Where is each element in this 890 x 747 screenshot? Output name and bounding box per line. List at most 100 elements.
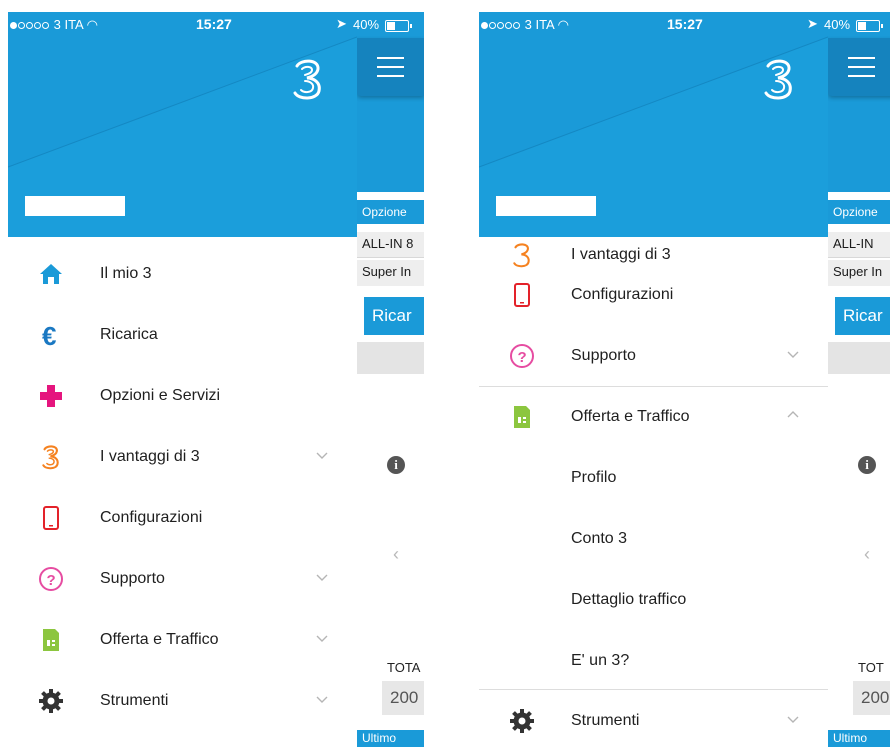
hamburger-menu-button[interactable] bbox=[357, 38, 424, 96]
menu-item-label: Configurazioni bbox=[571, 286, 674, 303]
menu-item-il-mio-3[interactable]: Il mio 3 bbox=[8, 243, 357, 304]
gear-icon bbox=[39, 689, 63, 713]
total-value: 200 bbox=[853, 681, 890, 715]
side-menu-drawer: Il mio 3 € Ricarica Opzioni e Servizi I … bbox=[8, 12, 357, 747]
opzione-header: Opzione bbox=[357, 200, 424, 224]
menu-item-strumenti[interactable]: Strumenti bbox=[479, 690, 828, 747]
ultimo-bar: Ultimo bbox=[357, 730, 424, 747]
menu-item-label: Opzioni e Servizi bbox=[100, 387, 221, 404]
menu-header-banner bbox=[8, 12, 357, 237]
ricarica-button[interactable]: Ricar bbox=[835, 297, 890, 335]
chevron-down-icon[interactable] bbox=[315, 631, 329, 645]
submenu-item-conto-3[interactable]: Conto 3 bbox=[571, 508, 627, 569]
menu-item-label: I vantaggi di 3 bbox=[100, 448, 200, 465]
menu-item-label: Supporto bbox=[571, 347, 636, 364]
battery-icon bbox=[855, 19, 883, 32]
question-icon: ? bbox=[510, 344, 534, 368]
menu-item-offerta-e-traffico[interactable]: Offerta e Traffico bbox=[8, 609, 357, 670]
location-arrow-icon: ➤ bbox=[807, 16, 818, 31]
menu-item-configurazioni[interactable]: Configurazioni bbox=[8, 487, 357, 548]
chevron-left-icon[interactable]: ‹ bbox=[393, 544, 399, 565]
totale-label: TOT bbox=[858, 660, 884, 675]
opzione-header: Opzione bbox=[828, 200, 890, 224]
phone-screen-left: 3 ITA ◠ 15:27 ➤ 40% Opzione ALL-IN 8 Sup… bbox=[8, 12, 424, 747]
menu-item-ricarica[interactable]: € Ricarica bbox=[8, 304, 357, 365]
sim-card-icon bbox=[514, 406, 530, 428]
hamburger-menu-button[interactable] bbox=[828, 38, 890, 96]
location-arrow-icon: ➤ bbox=[336, 16, 347, 31]
hamburger-line bbox=[848, 66, 875, 68]
signal-dots-icon bbox=[10, 17, 50, 32]
chevron-down-icon[interactable] bbox=[786, 347, 800, 361]
three-logo-icon bbox=[42, 445, 59, 470]
phone-screen-right: 3 ITA ◠ 15:27 ➤ 40% Opzione ALL-IN Super… bbox=[479, 12, 890, 747]
ricarica-button[interactable]: Ricar bbox=[364, 297, 424, 335]
background-app: Opzione ALL-IN 8 Super In Ricar i ‹ TOTA… bbox=[357, 12, 424, 747]
signal-dots-icon bbox=[481, 17, 521, 32]
grey-bar bbox=[357, 342, 424, 374]
info-icon[interactable]: i bbox=[858, 456, 876, 474]
menu-item-label: Strumenti bbox=[571, 712, 640, 729]
submenu-item-profilo[interactable]: Profilo bbox=[571, 447, 616, 508]
side-menu-drawer: I vantaggi di 3 Configurazioni ? Support… bbox=[479, 12, 828, 747]
battery-status: 40% bbox=[353, 17, 412, 32]
three-logo-icon bbox=[293, 59, 321, 100]
battery-icon bbox=[384, 19, 412, 32]
user-name-box bbox=[496, 196, 596, 216]
euro-icon: € bbox=[42, 322, 56, 348]
menu-item-label: Offerta e Traffico bbox=[100, 631, 219, 648]
chevron-up-icon[interactable] bbox=[786, 408, 800, 422]
grey-bar bbox=[828, 342, 890, 374]
menu-header-banner bbox=[479, 12, 828, 237]
battery-percent: 40% bbox=[824, 17, 851, 32]
submenu-item-e-un-3[interactable]: E' un 3? bbox=[571, 630, 629, 691]
menu-item-strumenti[interactable]: Strumenti bbox=[8, 670, 357, 731]
chevron-left-icon[interactable]: ‹ bbox=[864, 544, 870, 565]
chevron-down-icon[interactable] bbox=[786, 712, 800, 726]
menu-item-offerta-e-traffico[interactable]: Offerta e Traffico bbox=[479, 386, 828, 447]
status-time: 15:27 bbox=[667, 16, 703, 32]
menu-item-supporto[interactable]: ? Supporto bbox=[479, 325, 828, 386]
hamburger-line bbox=[848, 75, 875, 77]
carrier-signal: 3 ITA ◠ bbox=[481, 17, 569, 33]
carrier-name: 3 ITA bbox=[524, 17, 555, 32]
menu-item-configurazioni[interactable]: Configurazioni bbox=[479, 264, 828, 325]
status-bar: 3 ITA ◠ 15:27 ➤ 40% bbox=[8, 12, 424, 38]
svg-text:?: ? bbox=[518, 349, 527, 366]
battery-status: 40% bbox=[824, 17, 883, 32]
chevron-down-icon[interactable] bbox=[315, 448, 329, 462]
menu-item-i-vantaggi-di-3[interactable]: I vantaggi di 3 bbox=[8, 426, 357, 487]
info-icon[interactable]: i bbox=[387, 456, 405, 474]
chevron-down-icon[interactable] bbox=[315, 692, 329, 706]
menu-item-label: Ricarica bbox=[100, 326, 158, 343]
menu-item-opzioni-e-servizi[interactable]: Opzioni e Servizi bbox=[8, 365, 357, 426]
gear-icon bbox=[510, 709, 534, 733]
submenu-item-dettaglio-traffico[interactable]: Dettaglio traffico bbox=[571, 569, 686, 630]
hamburger-line bbox=[377, 57, 404, 59]
plan-row-superin[interactable]: Super In bbox=[357, 260, 424, 286]
home-icon bbox=[40, 264, 62, 284]
carrier-name: 3 ITA bbox=[53, 17, 84, 32]
menu-item-label: Configurazioni bbox=[100, 509, 203, 526]
carrier-signal: 3 ITA ◠ bbox=[10, 17, 98, 33]
menu-item-label: Strumenti bbox=[100, 692, 169, 709]
hamburger-line bbox=[377, 75, 404, 77]
plan-row-allin[interactable]: ALL-IN 8 bbox=[357, 232, 424, 258]
battery-percent: 40% bbox=[353, 17, 380, 32]
wifi-icon: ◠ bbox=[86, 17, 98, 32]
chevron-down-icon[interactable] bbox=[315, 570, 329, 584]
svg-text:€: € bbox=[42, 322, 56, 348]
plan-row-superin[interactable]: Super In bbox=[828, 260, 890, 286]
hamburger-line bbox=[848, 57, 875, 59]
plus-icon bbox=[40, 385, 62, 407]
total-value: 200 bbox=[382, 681, 424, 715]
menu-item-supporto[interactable]: ? Supporto bbox=[8, 548, 357, 609]
ultimo-bar: Ultimo bbox=[828, 730, 890, 747]
totale-label: TOTA bbox=[387, 660, 421, 675]
background-app: Opzione ALL-IN Super In Ricar i ‹ TOT 20… bbox=[828, 12, 890, 747]
smartphone-icon bbox=[43, 506, 59, 530]
hamburger-line bbox=[377, 66, 404, 68]
status-bar: 3 ITA ◠ 15:27 ➤ 40% bbox=[479, 12, 890, 38]
plan-row-allin[interactable]: ALL-IN bbox=[828, 232, 890, 258]
question-icon: ? bbox=[39, 567, 63, 591]
